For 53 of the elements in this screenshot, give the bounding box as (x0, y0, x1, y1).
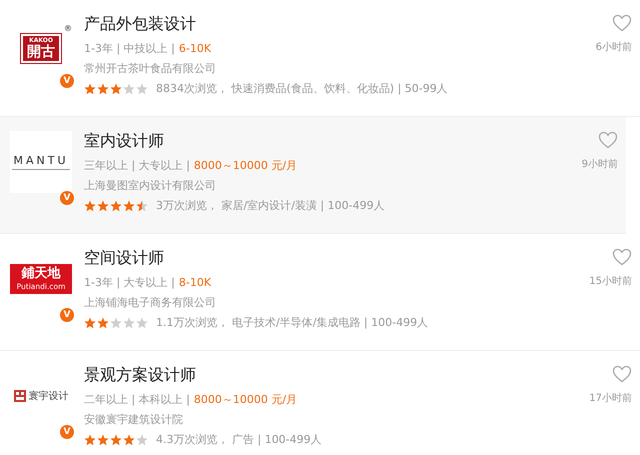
job-card[interactable]: MANTU V 室内设计师 三年以上 | 大专以上 | 8000～10000 元/月 上海曼图室内设计有限公司 3万次浏览， 家居/室内设计/装潢 | 100-499人 9小时前 (0, 117, 626, 234)
star-icon (84, 82, 96, 94)
star-icon (136, 434, 148, 446)
posted-time: 15小时前 (589, 274, 632, 288)
star-icon (110, 316, 122, 328)
star-icon (136, 82, 148, 94)
company-logo: MANTU (12, 154, 70, 170)
job-title[interactable]: 产品外包装设计 (84, 14, 562, 34)
star-icon (136, 200, 148, 212)
verified-badge: V (60, 191, 74, 205)
star-icon (110, 434, 122, 446)
registered-mark: ® (64, 24, 72, 33)
job-requirements: 1-3年 | 大专以上 | (84, 275, 175, 290)
heart-icon[interactable] (598, 131, 618, 149)
star-icon (97, 82, 109, 94)
star-icon (123, 200, 135, 212)
heart-icon[interactable] (612, 14, 632, 32)
star-icon (84, 434, 96, 446)
company-logo: 寰宇设计 (14, 389, 68, 403)
verified-badge: V (60, 425, 74, 439)
salary: 6-10K (178, 42, 212, 55)
company-stats: 3万次浏览， 家居/室内设计/装潢 | 100-499人 (156, 198, 385, 213)
salary: 8-10K (178, 276, 212, 289)
job-card[interactable]: 寰宇设计 V 景观方案设计师 二年以上 | 本科以上 | 8000～10000 元/月 安徽寰宇建筑设计院 4.3万次浏览， 广告 | 100-499人 17小时前 (0, 351, 640, 455)
star-icon (110, 200, 122, 212)
star-icon (123, 434, 135, 446)
salary: 8000～10000 元/月 (194, 392, 298, 407)
verified-badge: V (60, 74, 74, 88)
heart-icon[interactable] (612, 248, 632, 266)
star-icon (136, 316, 148, 328)
star-icon (123, 82, 135, 94)
company-stats: 8834次浏览， 快速消费品(食品、饮料、化妆品) | 50-99人 (156, 81, 448, 96)
job-requirements: 1-3年 | 中技以上 | (84, 41, 175, 56)
job-requirements: 二年以上 | 本科以上 | (84, 392, 190, 407)
job-title[interactable]: 景观方案设计师 (84, 365, 562, 385)
star-icon (97, 200, 109, 212)
star-icon (84, 200, 96, 212)
verified-badge: V (60, 308, 74, 322)
job-title[interactable]: 室内设计师 (84, 131, 548, 151)
salary: 8000～10000 元/月 (194, 158, 298, 173)
star-icon (97, 434, 109, 446)
posted-time: 9小时前 (582, 158, 618, 171)
heart-icon[interactable] (612, 365, 632, 383)
company-stats: 4.3万次浏览， 广告 | 100-499人 (156, 432, 322, 447)
star-icon (110, 82, 122, 94)
posted-time: 17小时前 (589, 392, 632, 405)
posted-time: 6小时前 (596, 40, 632, 54)
job-title[interactable]: 空间设计师 (84, 248, 562, 268)
star-icon (123, 316, 135, 328)
star-icon (97, 316, 109, 328)
company-stats: 1.1万次浏览， 电子技术/半导体/集成电路 | 100-499人 (156, 315, 428, 330)
job-requirements: 三年以上 | 大专以上 | (84, 158, 190, 173)
star-icon (84, 316, 96, 328)
